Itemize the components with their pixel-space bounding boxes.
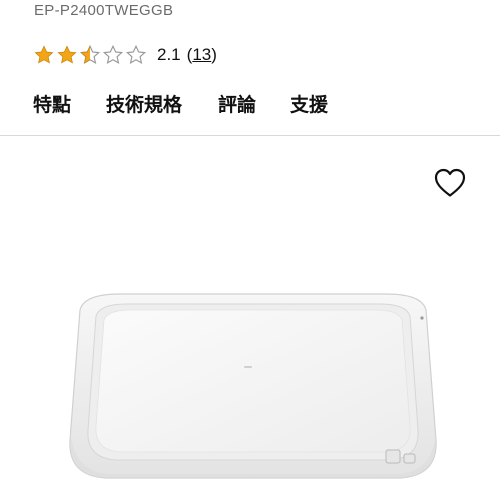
star-half-icon bbox=[79, 44, 101, 64]
review-count-link[interactable]: (13) bbox=[187, 45, 217, 65]
star-rating bbox=[33, 44, 147, 66]
product-image-wireless-charger bbox=[69, 293, 437, 479]
tab-features[interactable]: 特點 bbox=[33, 90, 71, 117]
star-full-icon bbox=[57, 45, 77, 64]
star-empty-icon bbox=[102, 44, 124, 64]
star-empty-icon bbox=[125, 44, 147, 64]
product-model-code: EP-P2400TWEGGB bbox=[34, 2, 174, 19]
tab-reviews[interactable]: 評論 bbox=[218, 90, 256, 117]
tab-support[interactable]: 支援 bbox=[290, 90, 328, 117]
section-divider bbox=[0, 135, 500, 136]
product-tabs: 特點 技術規格 評論 支援 bbox=[0, 90, 500, 126]
review-count[interactable]: 13 bbox=[192, 45, 211, 64]
rating-value: 2.1 bbox=[157, 45, 181, 64]
heart-icon[interactable] bbox=[434, 168, 466, 198]
star-full-icon bbox=[34, 45, 54, 64]
rating-summary[interactable]: 2.1 (13) bbox=[33, 44, 217, 66]
review-count-close: ) bbox=[211, 45, 217, 64]
tab-specs[interactable]: 技術規格 bbox=[106, 90, 182, 117]
